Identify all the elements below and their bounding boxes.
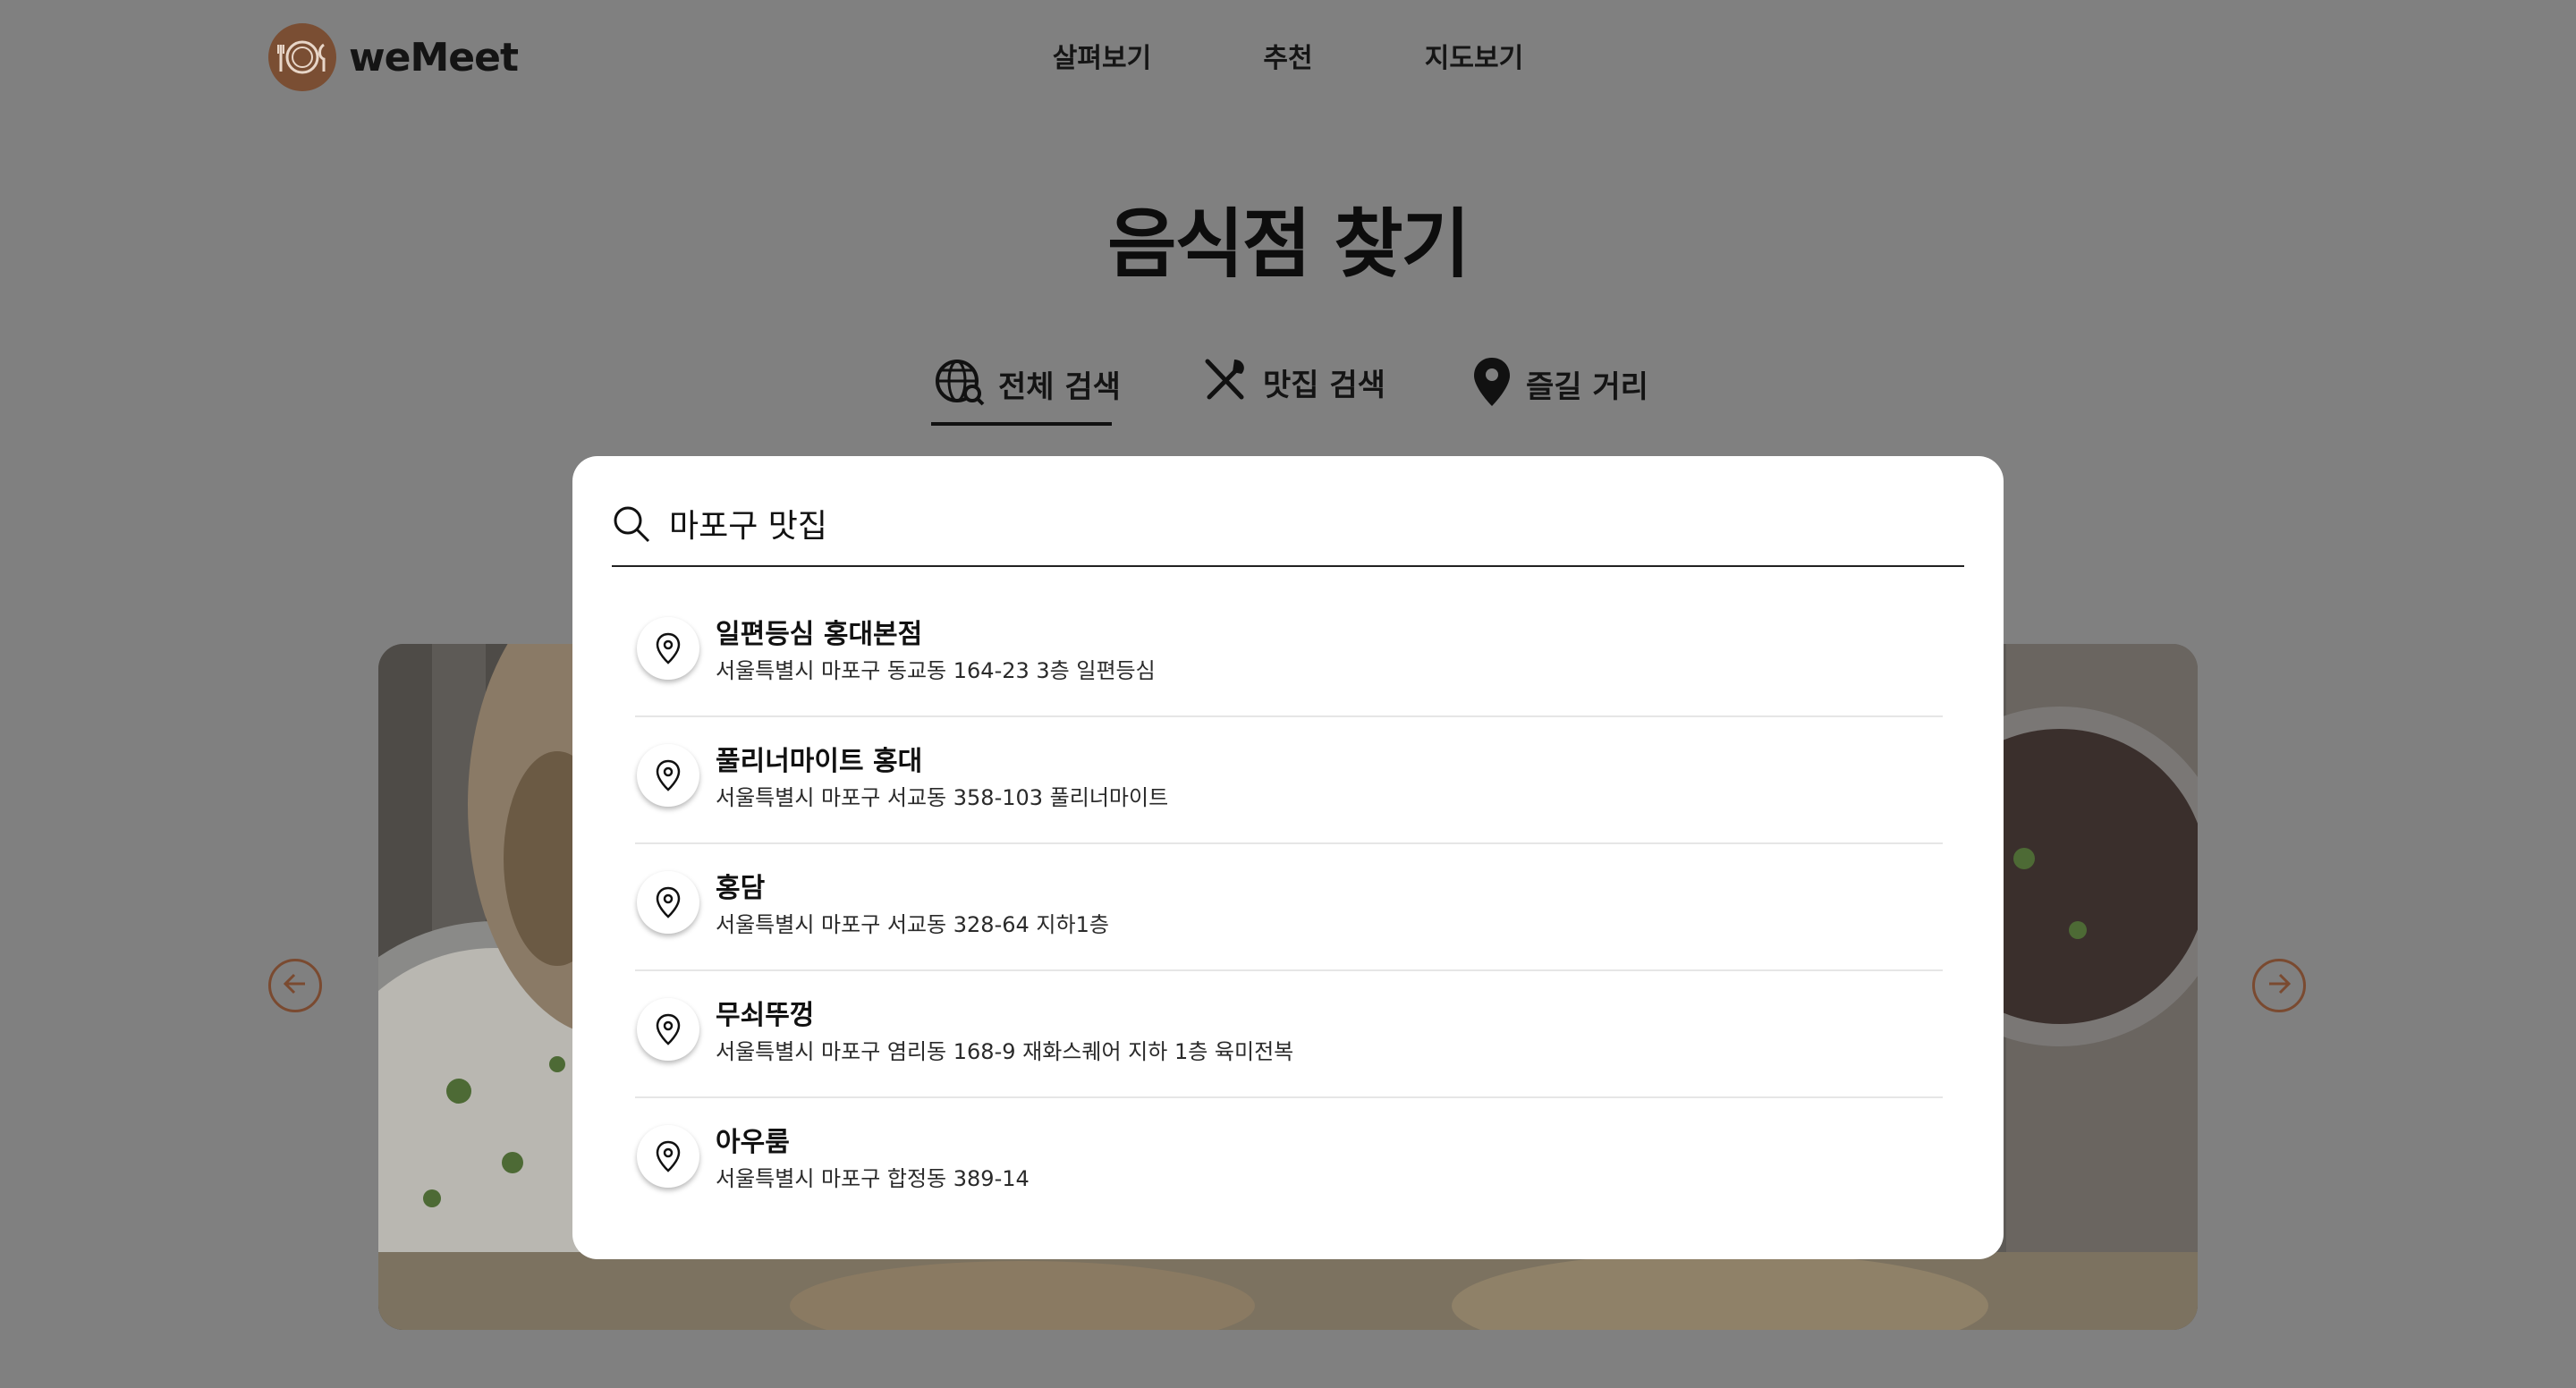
nav-recommend[interactable]: 추천 [1263,36,1312,75]
result-item[interactable]: 일편등심 홍대본점 서울특별시 마포구 동교동 164-23 3층 일편등심 [635,590,1943,717]
search-bar [612,492,1964,567]
result-address: 서울특별시 마포구 염리동 168-9 재화스퀘어 지하 1층 육미전복 [716,1039,1294,1064]
result-name: 일편등심 홍대본점 [716,619,923,650]
result-address: 서울특별시 마포구 서교동 328-64 지하1층 [716,912,1109,937]
search-icon [612,504,651,547]
utensils-icon [1202,356,1250,408]
carousel-next-button[interactable] [2252,959,2306,1012]
tab-restaurant-search[interactable]: 맛집 검색 [1202,356,1385,408]
arrow-right-icon [2264,969,2294,1003]
result-item[interactable]: 홍담 서울특별시 마포구 서교동 328-64 지하1층 [635,844,1943,971]
search-results-list: 일편등심 홍대본점 서울특별시 마포구 동교동 164-23 3층 일편등심 풀… [635,590,1943,1225]
tab-label: 맛집 검색 [1263,367,1385,403]
carousel-prev-button[interactable] [268,959,322,1012]
tab-label: 즐길 거리 [1526,368,1648,405]
result-address: 서울특별시 마포구 서교동 358-103 풀리너마이트 [716,785,1169,810]
location-pin-icon [637,871,699,934]
result-item[interactable]: 풀리너마이트 홍대 서울특별시 마포구 서교동 358-103 풀리너마이트 [635,717,1943,844]
active-tab-indicator [931,422,1112,426]
page-title: 음식점 찾기 [1107,200,1470,288]
main-nav: 살펴보기 추천 지도보기 [0,36,2576,80]
result-item[interactable]: 아우룸 서울특별시 마포구 합정동 389-14 [635,1098,1943,1225]
search-panel: 일편등심 홍대본점 서울특별시 마포구 동교동 164-23 3층 일편등심 풀… [572,456,2004,1259]
nav-browse[interactable]: 살펴보기 [1053,36,1151,75]
tab-activities[interactable]: 즐길 거리 [1470,356,1648,411]
result-name: 풀리너마이트 홍대 [716,746,923,777]
result-name: 아우룸 [716,1127,790,1158]
result-address: 서울특별시 마포구 합정동 389-14 [716,1166,1030,1191]
result-address: 서울특별시 마포구 동교동 164-23 3층 일편등심 [716,658,1156,683]
globe-search-icon [934,356,986,411]
location-pin-icon [637,998,699,1061]
search-input[interactable] [669,501,1921,546]
location-pin-icon [637,1125,699,1188]
location-pin-icon [637,744,699,807]
nav-map[interactable]: 지도보기 [1425,36,1523,75]
result-name: 홍담 [716,873,766,904]
map-pin-icon [1470,356,1513,411]
location-pin-icon [637,617,699,680]
tab-all-search[interactable]: 전체 검색 [934,356,1121,411]
arrow-left-icon [280,969,310,1003]
tab-label: 전체 검색 [998,368,1121,405]
result-item[interactable]: 무쇠뚜껑 서울특별시 마포구 염리동 168-9 재화스퀘어 지하 1층 육미전… [635,971,1943,1098]
result-name: 무쇠뚜껑 [716,1000,815,1031]
